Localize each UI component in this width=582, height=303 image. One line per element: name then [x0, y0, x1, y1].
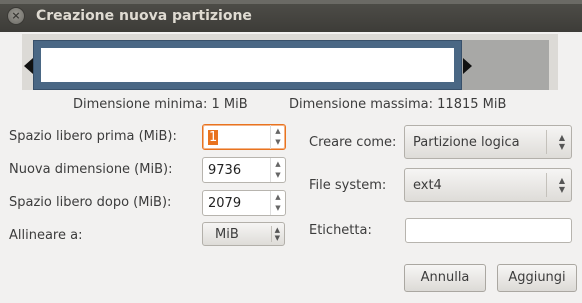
free-before-label: Spazio libero prima (MiB): [9, 129, 177, 144]
title-bar: × Creazione nuova partizione [0, 0, 582, 32]
unallocated-space [462, 40, 549, 90]
combo-arrows-icon: ▲ ▼ [558, 176, 565, 194]
spinner-arrows-icon[interactable]: ▲ ▼ [270, 191, 285, 215]
align-label: Allineare a: [9, 228, 83, 243]
free-after-spinner[interactable]: 2079 ▲ ▼ [202, 190, 286, 216]
new-size-spinner[interactable]: 9736 ▲ ▼ [202, 157, 286, 183]
free-before-value: 1 [208, 130, 219, 145]
close-button[interactable]: × [7, 7, 25, 25]
combo-separator [546, 173, 547, 197]
min-size-label: Dimensione minima: 1 MiB [73, 97, 248, 112]
close-icon: × [11, 9, 21, 22]
free-before-spinner[interactable]: 1 ▲ ▼ [202, 124, 286, 150]
partition-used-area [41, 48, 454, 82]
spinner-arrows-icon[interactable]: ▲ ▼ [270, 158, 285, 182]
spinner-arrows-icon[interactable]: ▲ ▼ [270, 125, 285, 149]
combo-arrows-icon: ▲ ▼ [270, 226, 280, 242]
align-combo[interactable]: MiB ▲ ▼ [202, 222, 285, 246]
filesystem-value: ext4 [413, 178, 442, 193]
window-title: Creazione nuova partizione [36, 8, 252, 24]
create-as-label: Creare come: [309, 135, 397, 150]
new-size-value: 9736 [208, 163, 242, 178]
resize-handle-left-icon[interactable] [24, 58, 33, 74]
partition-label-label: Etichetta: [309, 223, 372, 238]
combo-arrows-icon: ▲ ▼ [558, 133, 565, 151]
create-as-value: Partizione logica [413, 135, 520, 150]
filesystem-combo[interactable]: ext4 ▲ ▼ [404, 168, 572, 202]
cancel-button[interactable]: Annulla [404, 264, 486, 292]
partition-label-input[interactable] [405, 218, 572, 243]
filesystem-label: File system: [309, 178, 387, 193]
free-after-label: Spazio libero dopo (MiB): [9, 195, 172, 210]
add-button[interactable]: Aggiungi [497, 264, 577, 292]
new-size-label: Nuova dimensione (MiB): [9, 162, 173, 177]
free-after-value: 2079 [208, 196, 242, 211]
align-value: MiB [215, 227, 239, 242]
create-as-combo[interactable]: Partizione logica ▲ ▼ [404, 125, 572, 159]
title-bar-strip [0, 0, 582, 4]
max-size-label: Dimensione massima: 11815 MiB [289, 97, 507, 112]
combo-separator [546, 130, 547, 154]
resize-handle-right-icon[interactable] [463, 58, 472, 74]
